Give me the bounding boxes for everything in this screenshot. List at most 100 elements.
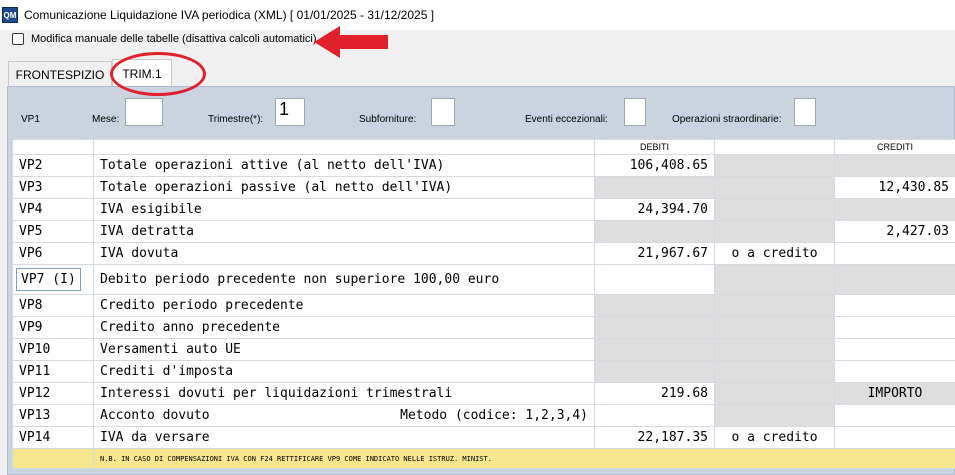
table-row: VP13 Acconto dovuto Metodo (codice: 1,2,… — [12, 404, 955, 427]
row-description: Totale operazioni passive (al netto dell… — [93, 176, 595, 199]
debiti-cell[interactable]: 24,394.70 — [594, 198, 715, 221]
crediti-cell[interactable] — [834, 404, 955, 427]
crediti-header: CREDITI — [834, 139, 955, 155]
middle-cell — [714, 264, 835, 295]
row-code: VP5 — [12, 220, 94, 243]
debiti-header: DEBITI — [594, 139, 715, 155]
row-description: Debito periodo precedente non superiore … — [93, 264, 595, 295]
debiti-cell — [594, 294, 715, 317]
row-description: Versamenti auto UE — [93, 338, 595, 361]
eventi-eccezionali-input[interactable] — [624, 98, 646, 126]
manual-edit-label: Modifica manuale delle tabelle (disattiv… — [31, 33, 317, 45]
table-row: VP12 Interessi dovuti per liquidazioni t… — [12, 382, 955, 405]
operazioni-straordinarie-label: Operazioni straordinarie: — [672, 114, 782, 125]
tab-frontespizio[interactable]: FRONTESPIZIO — [8, 61, 112, 87]
debiti-cell — [594, 338, 715, 361]
middle-cell — [714, 154, 835, 177]
crediti-cell[interactable] — [834, 316, 955, 339]
table-row: VP14 IVA da versare 22,187.35 o a credit… — [12, 426, 955, 449]
row-code: VP3 — [12, 176, 94, 199]
debiti-cell[interactable]: 219.68 — [594, 382, 715, 405]
manual-edit-checkbox[interactable] — [12, 33, 24, 45]
row-code: VP14 — [12, 426, 94, 449]
row-code: VP12 — [12, 382, 94, 405]
crediti-cell[interactable] — [834, 426, 955, 449]
row-description: Crediti d'imposta — [93, 360, 595, 383]
metodo-label: Metodo (codice: 1,2,3,4) — [400, 408, 588, 423]
table-row: VP9 Credito anno precedente — [12, 316, 955, 339]
table-row: VP4 IVA esigibile 24,394.70 — [12, 198, 955, 221]
window-title: Comunicazione Liquidazione IVA periodica… — [24, 8, 435, 22]
app-logo-icon: QM — [2, 7, 18, 23]
crediti-cell[interactable] — [834, 294, 955, 317]
row-code-cell: VP7 (I) — [12, 264, 94, 295]
middle-cell — [714, 294, 835, 317]
middle-cell: o a credito — [714, 426, 835, 449]
row-code: VP11 — [12, 360, 94, 383]
row-description: IVA dovuta — [93, 242, 595, 265]
row-description: Credito anno precedente — [93, 316, 595, 339]
note-row: N.B. IN CASO DI COMPENSAZIONI IVA CON F2… — [12, 448, 955, 469]
debiti-cell[interactable] — [594, 264, 715, 295]
table-row: VP5 IVA detratta 2,427.03 — [12, 220, 955, 243]
table-row: VP8 Credito periodo precedente — [12, 294, 955, 317]
table-row: VP11 Crediti d'imposta — [12, 360, 955, 383]
vp7-code-field[interactable]: VP7 (I) — [16, 268, 81, 291]
crediti-cell — [834, 198, 955, 221]
crediti-cell[interactable]: 12,430.85 — [834, 176, 955, 199]
table-row: VP6 IVA dovuta 21,967.67 o a credito — [12, 242, 955, 265]
row-code: VP2 — [12, 154, 94, 177]
debiti-cell — [594, 360, 715, 383]
middle-cell — [714, 360, 835, 383]
crediti-cell[interactable] — [834, 242, 955, 265]
manual-edit-option[interactable]: Modifica manuale delle tabelle (disattiv… — [12, 32, 317, 46]
middle-cell — [714, 220, 835, 243]
row-code: VP8 — [12, 294, 94, 317]
row-description: IVA esigibile — [93, 198, 595, 221]
trimestre-input[interactable]: 1 — [275, 98, 305, 126]
trimestre-label: Trimestre(*): — [208, 114, 264, 125]
row-code: VP10 — [12, 338, 94, 361]
liquidation-table: DEBITI CREDITI VP2 Totale operazioni att… — [12, 139, 955, 469]
crediti-cell: IMPORTO — [834, 382, 955, 405]
row-description-cell: Acconto dovuto Metodo (codice: 1,2,3,4) — [93, 404, 595, 427]
vp1-row: VP1 Mese: Trimestre(*): 1 Subforniture: … — [12, 96, 955, 134]
operazioni-straordinarie-input[interactable] — [794, 98, 816, 126]
row-code: VP4 — [12, 198, 94, 221]
table-row: VP3 Totale operazioni passive (al netto … — [12, 176, 955, 199]
mese-input[interactable] — [125, 98, 163, 126]
debiti-cell[interactable] — [594, 404, 715, 427]
crediti-cell[interactable] — [834, 338, 955, 361]
debiti-cell — [594, 176, 715, 199]
window-titlebar: QM Comunicazione Liquidazione IVA period… — [0, 0, 955, 30]
row-code: VP9 — [12, 316, 94, 339]
row-description: IVA da versare — [93, 426, 595, 449]
middle-cell — [714, 198, 835, 221]
table-row: VP10 Versamenti auto UE — [12, 338, 955, 361]
debiti-cell[interactable]: 22,187.35 — [594, 426, 715, 449]
compensation-note: N.B. IN CASO DI COMPENSAZIONI IVA CON F2… — [93, 448, 955, 469]
debiti-cell[interactable]: 106,408.65 — [594, 154, 715, 177]
debiti-cell — [594, 220, 715, 243]
table-header: DEBITI CREDITI — [12, 139, 955, 155]
row-description: Credito periodo precedente — [93, 294, 595, 317]
middle-cell — [714, 382, 835, 405]
row-code: VP6 — [12, 242, 94, 265]
eventi-eccezionali-label: Eventi eccezionali: — [525, 114, 608, 125]
crediti-cell — [834, 264, 955, 295]
tab-trim-1[interactable]: TRIM.1 — [112, 59, 172, 87]
middle-cell: o a credito — [714, 242, 835, 265]
row-description: Acconto dovuto — [100, 408, 210, 423]
tab-trim-1-label: TRIM.1 — [122, 66, 162, 81]
debiti-cell[interactable]: 21,967.67 — [594, 242, 715, 265]
vp1-code: VP1 — [21, 114, 40, 125]
row-code: VP13 — [12, 404, 94, 427]
debiti-cell — [594, 316, 715, 339]
crediti-cell[interactable]: 2,427.03 — [834, 220, 955, 243]
crediti-cell[interactable] — [834, 360, 955, 383]
row-description: IVA detratta — [93, 220, 595, 243]
subforniture-input[interactable] — [431, 98, 455, 126]
tab-frontespizio-label: FRONTESPIZIO — [15, 67, 105, 82]
table-row: VP7 (I) Debito periodo precedente non su… — [12, 264, 955, 295]
tab-bar: FRONTESPIZIO TRIM.1 — [0, 53, 955, 87]
